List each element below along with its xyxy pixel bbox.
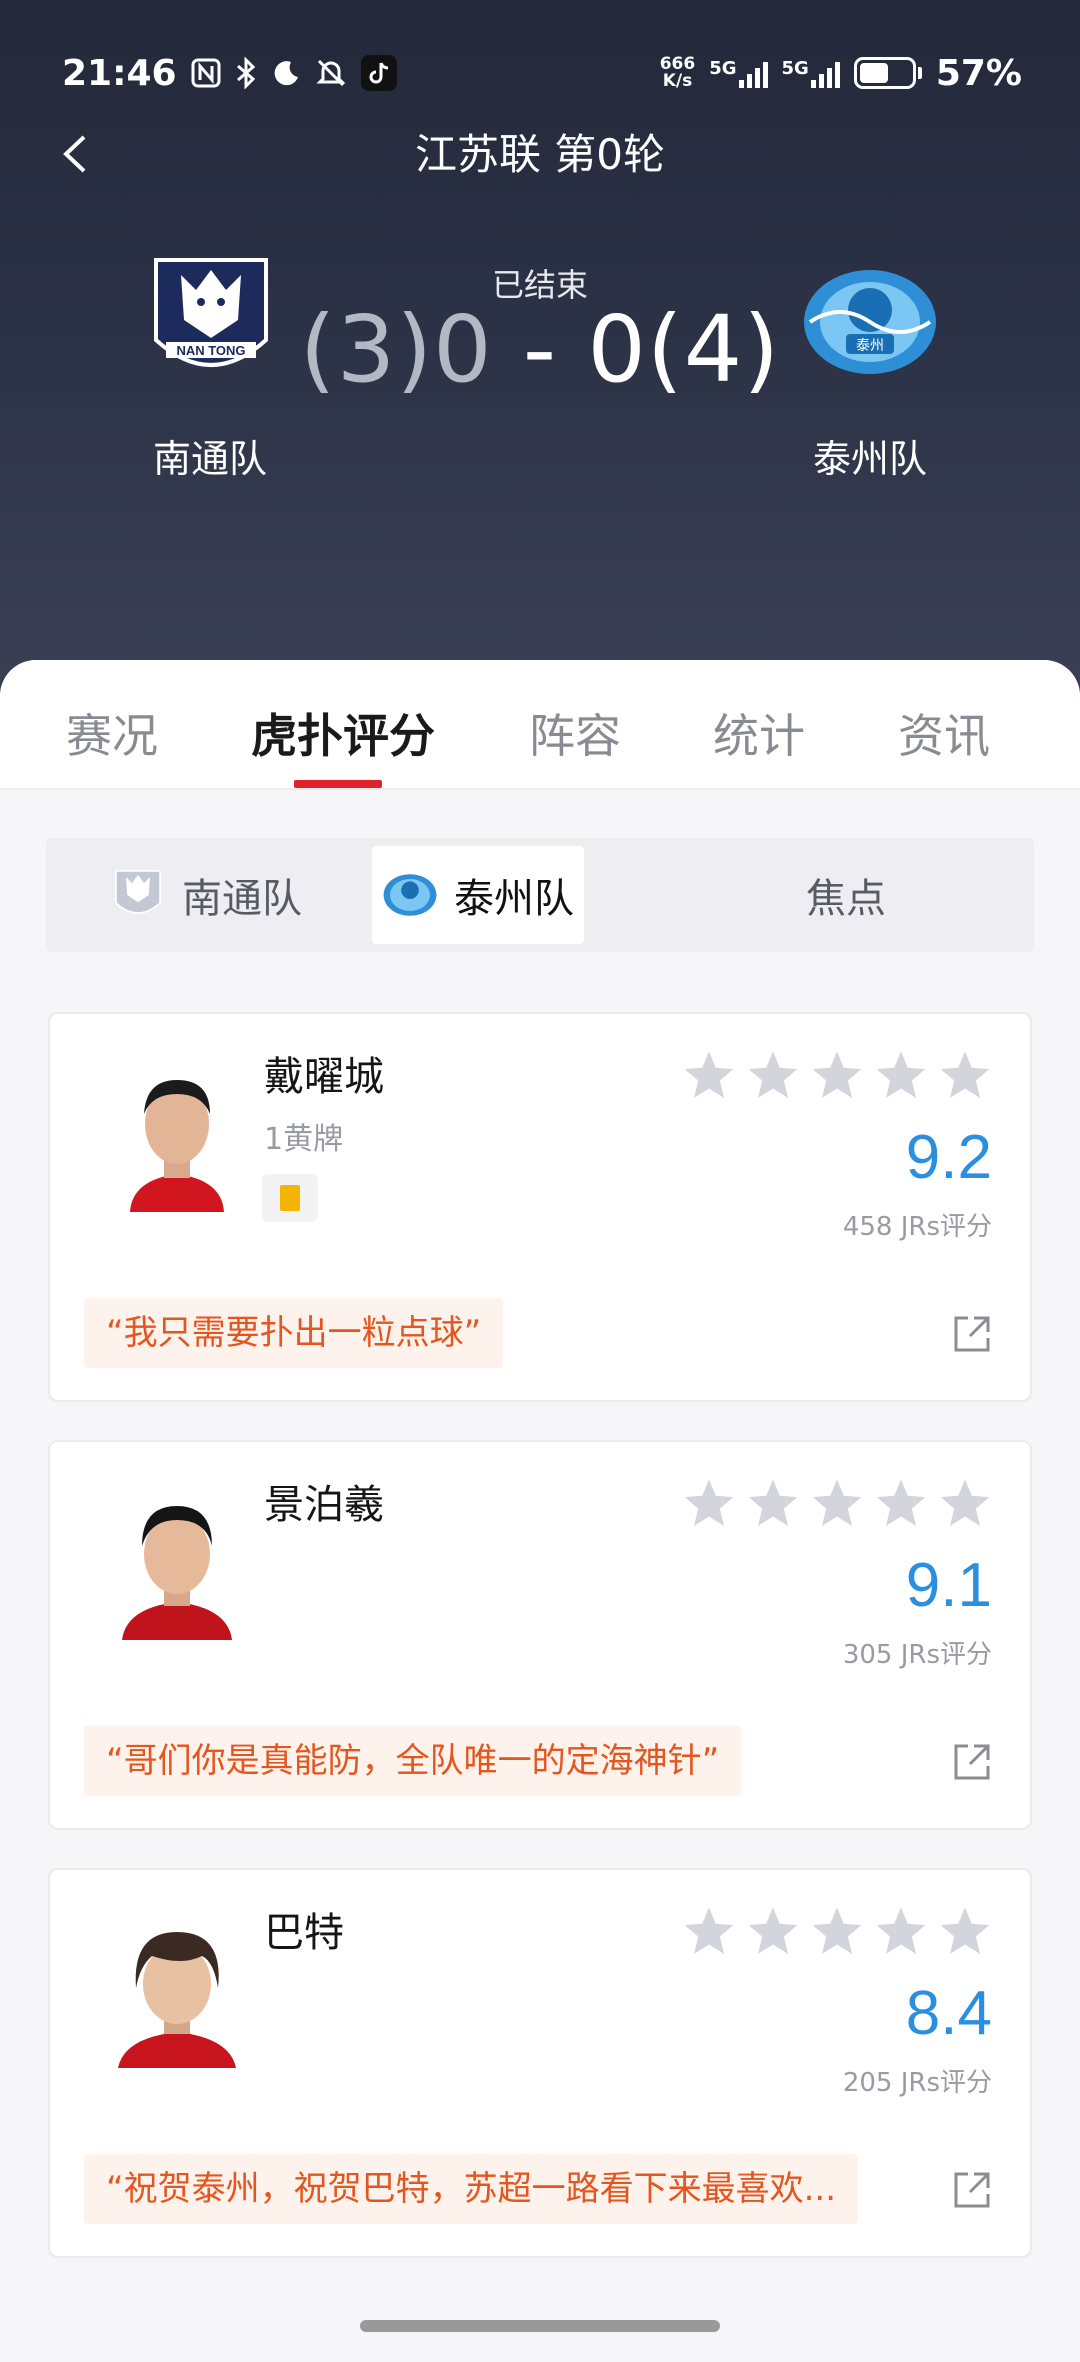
top-comment[interactable]: “我只需要扑出一粒点球”	[84, 1298, 504, 1368]
share-icon[interactable]	[952, 1314, 992, 1354]
star-icon[interactable]	[746, 1048, 800, 1102]
tab-hupu-rating[interactable]: 虎扑评分	[243, 700, 443, 766]
nfc-icon	[191, 58, 221, 88]
yellow-card-icon	[262, 1174, 318, 1222]
rating-count: 458 JRs评分	[842, 1212, 992, 1242]
battery-percent: 57%	[935, 52, 1022, 94]
clock: 21:46	[62, 52, 177, 94]
star-icon[interactable]	[746, 1476, 800, 1530]
star-icon[interactable]	[746, 1904, 800, 1958]
star-icon[interactable]	[938, 1476, 992, 1530]
signal-sim1-icon: 5G	[709, 58, 768, 88]
segment-home-team[interactable]: 南通队	[46, 846, 366, 944]
network-speed: 666 K/s	[659, 54, 696, 91]
team-segment-control: 南通队 泰州队 焦点	[46, 838, 1034, 952]
player-photo	[102, 1918, 252, 2068]
player-photo	[102, 1062, 252, 1212]
star-icon[interactable]	[874, 1048, 928, 1102]
home-team-name[interactable]: 南通队	[90, 428, 330, 483]
tab-news[interactable]: 资讯	[844, 700, 1044, 766]
moon-icon	[271, 58, 301, 88]
star-icon[interactable]	[682, 1476, 736, 1530]
player-rating: 9.2	[905, 1123, 992, 1192]
player-name: 巴特	[264, 1910, 344, 1956]
star-rating[interactable]	[682, 1048, 992, 1102]
star-rating[interactable]	[682, 1476, 992, 1530]
rating-count: 205 JRs评分	[842, 2068, 992, 2098]
player-card[interactable]: 戴曜城 1黄牌 9.2 458 JRs评分 “我只需要扑出一粒点球”	[48, 1012, 1032, 1402]
tiktok-icon	[360, 55, 397, 91]
top-comment[interactable]: “哥们你是真能防，全队唯一的定海神针”	[84, 1726, 742, 1796]
player-rating: 8.4	[905, 1979, 992, 2048]
player-event-summary: 1黄牌	[264, 1122, 344, 1157]
mute-bell-icon	[315, 57, 347, 89]
rating-count: 305 JRs评分	[842, 1640, 992, 1670]
status-bar: 21:46 666 K/s 5G 5G 57%	[62, 48, 1022, 98]
home-team-mini-logo	[115, 870, 161, 914]
signal-sim2-icon: 5G	[782, 58, 840, 88]
star-icon[interactable]	[938, 1048, 992, 1102]
star-rating[interactable]	[682, 1904, 992, 1958]
star-icon[interactable]	[810, 1904, 864, 1958]
match-header: 21:46 666 K/s 5G 5G 57% 江苏联 第0轮 NAN TONG…	[0, 0, 1080, 700]
battery-icon	[853, 57, 922, 89]
home-indicator[interactable]	[360, 2320, 720, 2332]
tab-bar: 赛况 虎扑评分 阵容 统计 资讯	[0, 660, 1080, 790]
player-name: 戴曜城	[264, 1054, 384, 1100]
player-card[interactable]: 景泊羲 9.1 305 JRs评分 “哥们你是真能防，全队唯一的定海神针”	[48, 1440, 1032, 1830]
score-separator: -	[492, 296, 588, 403]
away-team-mini-logo	[383, 874, 437, 916]
segment-away-team[interactable]: 泰州队	[372, 846, 584, 944]
player-name: 景泊羲	[264, 1482, 384, 1528]
star-icon[interactable]	[874, 1476, 928, 1530]
segment-focus[interactable]: 焦点	[696, 846, 996, 944]
bluetooth-icon	[235, 57, 257, 89]
star-icon[interactable]	[938, 1904, 992, 1958]
star-icon[interactable]	[874, 1904, 928, 1958]
active-tab-indicator	[294, 780, 382, 788]
player-photo	[102, 1490, 252, 1640]
player-rating: 9.1	[905, 1551, 992, 1620]
star-icon[interactable]	[682, 1048, 736, 1102]
home-score: (3)0	[299, 296, 493, 403]
tab-stats[interactable]: 统计	[659, 700, 859, 766]
page-title: 江苏联 第0轮	[414, 130, 666, 179]
content-sheet: 赛况 虎扑评分 阵容 统计 资讯 南通队 泰州队 焦点 戴曜城 1黄牌 9.2 …	[0, 660, 1080, 2362]
star-icon[interactable]	[682, 1904, 736, 1958]
share-icon[interactable]	[952, 1742, 992, 1782]
tab-live[interactable]: 赛况	[12, 700, 212, 766]
share-icon[interactable]	[952, 2170, 992, 2210]
star-icon[interactable]	[810, 1476, 864, 1530]
top-comment[interactable]: “祝贺泰州，祝贺巴特，苏超一路看下来最喜欢...	[84, 2154, 859, 2224]
away-team-name[interactable]: 泰州队	[750, 428, 990, 483]
star-icon[interactable]	[810, 1048, 864, 1102]
match-score: (3)0 - 0(4)	[0, 300, 1080, 400]
player-card[interactable]: 巴特 8.4 205 JRs评分 “祝贺泰州，祝贺巴特，苏超一路看下来最喜欢..…	[48, 1868, 1032, 2258]
away-score: 0(4)	[587, 296, 781, 403]
tab-lineup[interactable]: 阵容	[475, 700, 675, 766]
